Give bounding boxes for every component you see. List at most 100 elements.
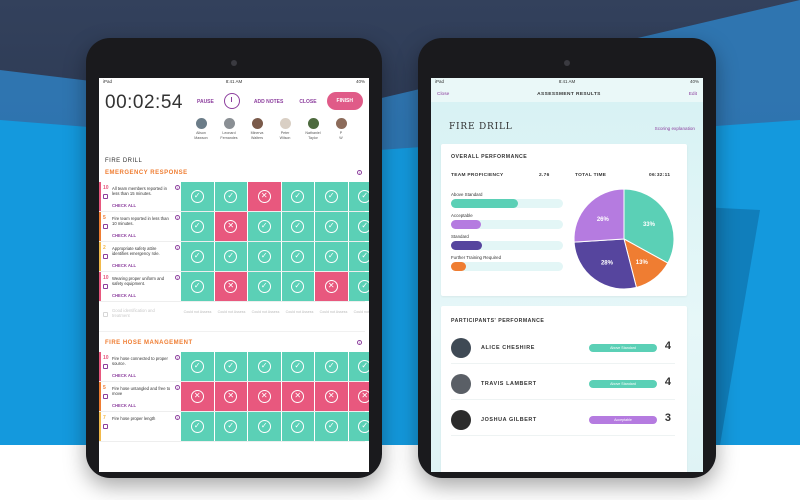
assessment-cell[interactable]: ✓ — [248, 242, 282, 271]
check-all-link[interactable]: CHECK ALL — [112, 263, 136, 268]
assessment-cell[interactable]: ✕ — [214, 212, 248, 241]
assessment-cell[interactable]: ✓ — [315, 352, 349, 381]
assessment-cell[interactable]: ✓ — [248, 272, 282, 301]
assessment-cell[interactable]: ✓ — [315, 182, 349, 211]
info-icon[interactable]: i — [357, 170, 362, 175]
stopwatch-icon[interactable] — [223, 93, 240, 109]
info-icon[interactable]: i — [175, 385, 180, 390]
assessment-cell[interactable]: ✓ — [348, 412, 369, 441]
participant-avatar[interactable]: Peter Wilson — [271, 118, 299, 140]
assessment-cell[interactable]: ✕ — [248, 182, 282, 211]
assessment-cell[interactable]: ✓ — [281, 352, 315, 381]
item-checkbox[interactable] — [103, 364, 108, 369]
pause-button[interactable]: PAUSE — [197, 99, 214, 105]
drill-title: FIRE DRILL — [105, 158, 143, 164]
could-not-assess-label: Could not Assess — [285, 310, 314, 314]
item-checkbox[interactable] — [103, 424, 108, 429]
participant-avatar[interactable]: Nathaniel Taylor — [299, 118, 327, 140]
info-icon[interactable]: i — [175, 275, 180, 280]
info-icon[interactable]: i — [175, 415, 180, 420]
assessment-cell[interactable]: ✓ — [181, 352, 215, 381]
assessment-cell[interactable]: ✓ — [315, 242, 349, 271]
assessment-cell[interactable]: ✕ — [214, 382, 248, 411]
item-checkbox — [103, 312, 108, 317]
results-body: FIRE DRILL Scoring explanation OVERALL P… — [431, 102, 703, 472]
assessment-cell[interactable]: ✓ — [348, 272, 369, 301]
participant-avatar[interactable]: Minerva Walters — [243, 118, 271, 140]
add-notes-button[interactable]: ADD NOTES — [254, 99, 283, 105]
assessment-cell[interactable]: ✓ — [348, 182, 369, 211]
assessment-cell[interactable]: ✕ — [248, 382, 282, 411]
item-checkbox[interactable] — [103, 194, 108, 199]
x-icon: ✕ — [224, 220, 238, 233]
clock-time: 8:41 AM — [225, 79, 243, 84]
participant-avatar[interactable]: Alison Mawson — [187, 118, 215, 140]
participant-avatar[interactable]: Leonard Fernandes — [215, 118, 243, 140]
assessment-cell[interactable]: ✕ — [181, 382, 215, 411]
check-icon: ✓ — [224, 420, 238, 433]
assessment-cell[interactable]: ✓ — [348, 212, 369, 241]
assessment-cell[interactable]: ✓ — [281, 242, 315, 271]
assessment-cell[interactable]: ✓ — [248, 212, 282, 241]
assessment-cell[interactable]: ✓ — [281, 182, 315, 211]
info-icon[interactable]: i — [357, 340, 362, 345]
scoring-explanation-link[interactable]: Scoring explanation — [655, 126, 695, 131]
check-all-link[interactable]: CHECK ALL — [112, 373, 136, 378]
participant-row[interactable]: ALICE CHESHIRE Above Standard 4 — [451, 336, 675, 364]
info-icon[interactable]: i — [175, 355, 180, 360]
finish-button[interactable]: FINISH — [326, 92, 363, 110]
participant-row[interactable]: TRAVIS LAMBERT Above Standard 4 — [451, 372, 675, 400]
performance-fill — [451, 262, 466, 271]
assessment-cell[interactable]: ✓ — [181, 212, 215, 241]
check-all-link[interactable]: CHECK ALL — [112, 293, 136, 298]
close-link[interactable]: Close — [437, 92, 449, 97]
assessment-cells: ✓ ✓ ✓ ✓ ✓ ✓ — [181, 352, 369, 381]
participant-row[interactable]: JOSHUA GILBERT Acceptable 3 — [451, 408, 675, 436]
status-badge: Above Standard — [589, 344, 657, 352]
assessment-cell[interactable]: ✕ — [214, 272, 248, 301]
assessment-cell[interactable]: ✓ — [281, 212, 315, 241]
assessment-cell[interactable]: ✓ — [181, 272, 215, 301]
assessment-cell[interactable]: ✓ — [281, 272, 315, 301]
item-text: Good identification and treatment — [112, 308, 155, 318]
check-all-link[interactable]: CHECK ALL — [112, 233, 136, 238]
check-all-link[interactable]: CHECK ALL — [112, 203, 136, 208]
assessment-cell[interactable]: ✕ — [281, 382, 315, 411]
assessment-cell[interactable]: ✓ — [214, 182, 248, 211]
participant-last-name: Walters — [250, 135, 264, 140]
info-icon[interactable]: i — [175, 215, 180, 220]
assessment-cell[interactable]: ✓ — [281, 412, 315, 441]
assessment-cell[interactable]: ✓ — [181, 242, 215, 271]
close-button[interactable]: CLOSE — [299, 99, 316, 105]
assessment-cell[interactable]: ✓ — [348, 352, 369, 381]
assessment-cell[interactable]: ✓ — [348, 242, 369, 271]
assessment-cell[interactable]: ✕ — [315, 272, 349, 301]
assessment-cell[interactable]: ✓ — [214, 352, 248, 381]
assessment-cell[interactable]: ✓ — [315, 412, 349, 441]
assessment-cell[interactable]: ✕ — [315, 382, 349, 411]
assessment-cell[interactable]: ✓ — [315, 212, 349, 241]
pie-label: 13% — [636, 260, 649, 266]
participant-avatar[interactable]: P W — [327, 118, 355, 140]
assessment-cell[interactable]: ✓ — [214, 412, 248, 441]
item-checkbox[interactable] — [103, 224, 108, 229]
participant-last-name: Taylor — [308, 135, 318, 140]
section-title: FIRE HOSE MANAGEMENT — [105, 340, 193, 346]
check-icon: ✓ — [324, 360, 338, 373]
item-weight: 7 — [103, 415, 106, 421]
performance-track — [451, 220, 563, 229]
item-checkbox[interactable] — [103, 254, 108, 259]
assessment-cell[interactable]: ✓ — [181, 182, 215, 211]
assessment-cell[interactable]: ✓ — [214, 242, 248, 271]
check-all-link[interactable]: CHECK ALL — [112, 403, 136, 408]
performance-label: Standard — [451, 234, 469, 239]
info-icon[interactable]: i — [175, 245, 180, 250]
assessment-cell[interactable]: ✓ — [181, 412, 215, 441]
assessment-cell[interactable]: ✓ — [248, 352, 282, 381]
item-checkbox[interactable] — [103, 284, 108, 289]
info-icon[interactable]: i — [175, 185, 180, 190]
item-checkbox[interactable] — [103, 394, 108, 399]
edit-link[interactable]: Edit — [689, 92, 697, 97]
assessment-cell[interactable]: ✓ — [248, 412, 282, 441]
assessment-cell[interactable]: ✕ — [348, 382, 369, 411]
